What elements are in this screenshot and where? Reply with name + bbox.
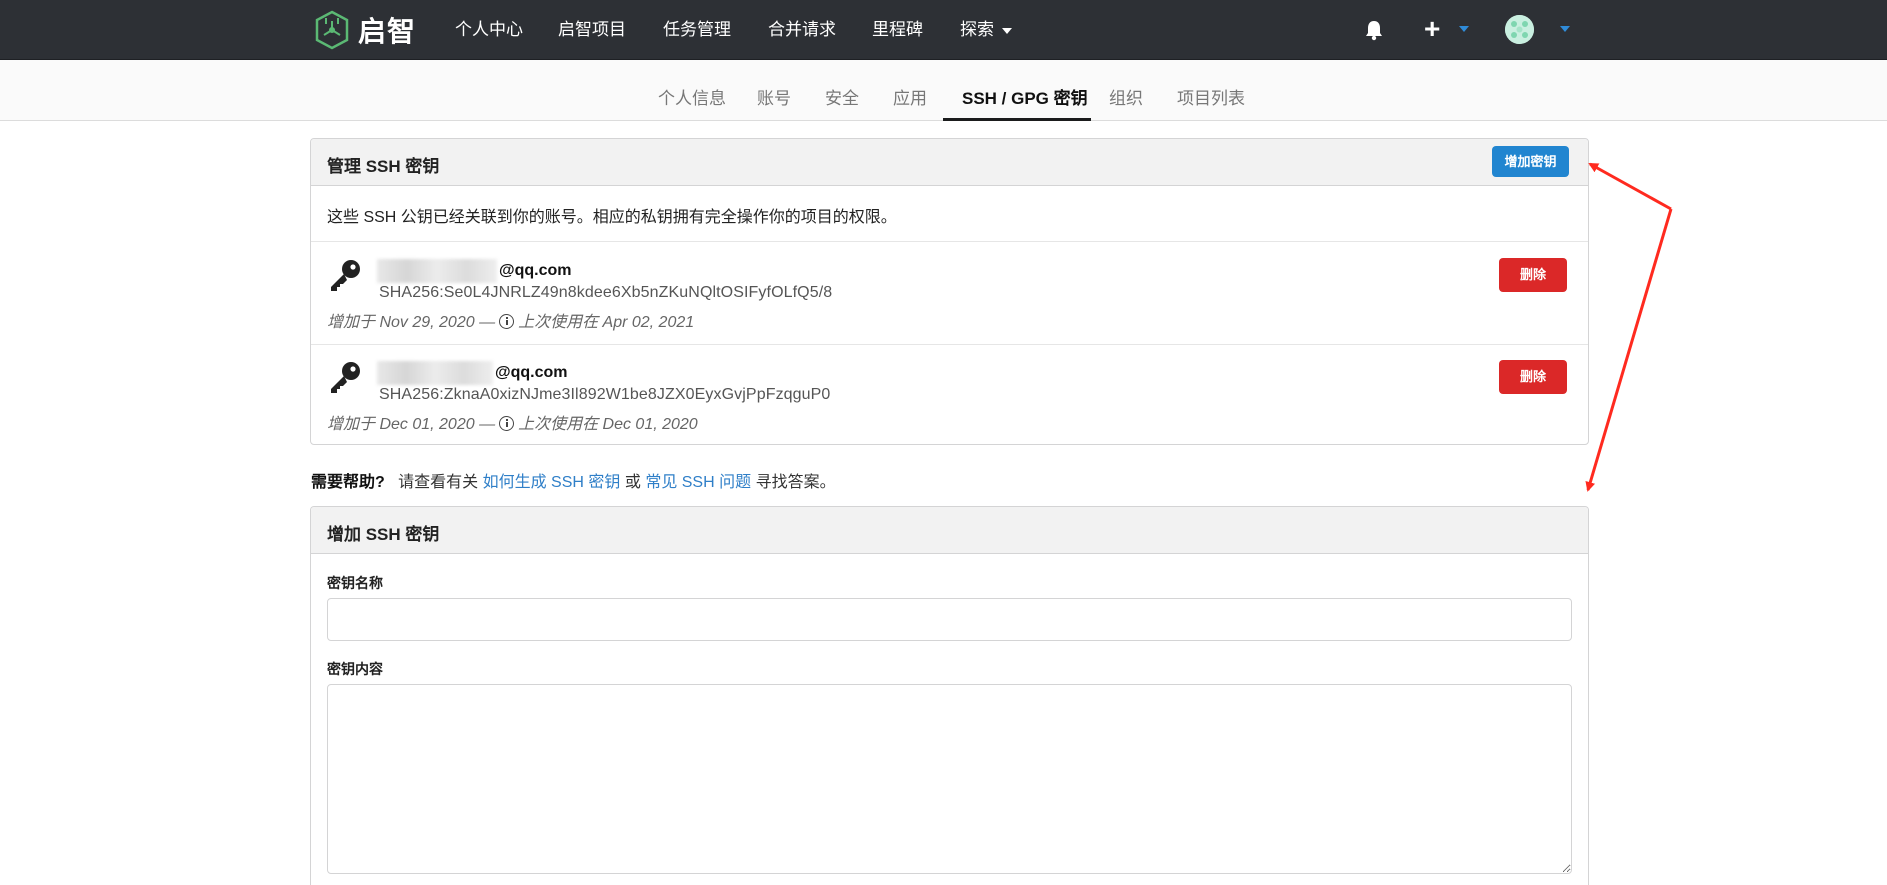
nav-item-milestones[interactable]: 里程碑 <box>872 19 923 41</box>
nav-item-projects[interactable]: 启智项目 <box>558 19 626 41</box>
avatar-pattern-icon <box>1505 15 1534 44</box>
bell-icon[interactable] <box>1364 19 1384 41</box>
brand[interactable]: 启智 <box>314 9 416 51</box>
panel-header: 管理 SSH 密钥 增加密钥 <box>311 139 1588 186</box>
redacted-text <box>377 259 497 283</box>
info-icon <box>499 314 515 329</box>
key-name: @qq.com <box>377 259 572 283</box>
redacted-text <box>377 361 493 385</box>
common-ssh-problems-link[interactable]: 常见 SSH 问题 <box>645 474 751 491</box>
key-meta: 增加于 Dec 01, 2020 — 上次使用在 Dec 01, 2020 <box>327 416 698 433</box>
nav-item-pull-requests[interactable]: 合并请求 <box>768 19 836 41</box>
settings-tabs: 个人信息 账号 安全 应用 SSH / GPG 密钥 组织 项目列表 <box>0 60 1887 121</box>
divider <box>311 241 1588 242</box>
manage-ssh-keys-panel: 管理 SSH 密钥 增加密钥 这些 SSH 公钥已经关联到你的账号。相应的私钥拥… <box>310 138 1589 445</box>
avatar[interactable] <box>1505 15 1534 44</box>
caret-down-icon <box>1002 27 1012 34</box>
key-icon <box>331 260 360 291</box>
active-tab-indicator <box>943 118 1091 121</box>
key-fingerprint: SHA256:ZknaA0xizNJme3Il892W1be8JZX0EyxGv… <box>379 386 831 403</box>
caret-down-icon[interactable] <box>1459 26 1469 32</box>
tab-security[interactable]: 安全 <box>825 88 859 110</box>
delete-key-button[interactable]: 删除 <box>1499 258 1567 292</box>
help-text: 需要帮助? 请查看有关 如何生成 SSH 密钥 或 常见 SSH 问题 寻找答案… <box>311 474 836 491</box>
brand-name: 启智 <box>358 16 417 47</box>
key-fingerprint: SHA256:Se0L4JNRLZ49n8kdee6Xb5nZKuNQltOSI… <box>379 284 833 301</box>
brand-logo-icon <box>315 10 349 50</box>
nav-item-dashboard[interactable]: 个人中心 <box>455 19 523 41</box>
delete-key-button[interactable]: 删除 <box>1499 360 1567 394</box>
tab-ssh-gpg-keys[interactable]: SSH / GPG 密钥 <box>962 88 1088 110</box>
add-key-button[interactable]: 增加密钥 <box>1492 146 1569 177</box>
key-content-textarea[interactable] <box>327 684 1572 874</box>
nav-item-tasks[interactable]: 任务管理 <box>663 19 731 41</box>
add-ssh-key-panel: 增加 SSH 密钥 密钥名称 密钥内容 <box>310 506 1589 885</box>
key-meta: 增加于 Nov 29, 2020 — 上次使用在 Apr 02, 2021 <box>327 314 695 331</box>
key-name: @qq.com <box>377 361 568 385</box>
ssh-keys-description: 这些 SSH 公钥已经关联到你的账号。相应的私钥拥有完全操作你的项目的权限。 <box>327 209 897 226</box>
explore-label: 探索 <box>960 20 994 39</box>
top-navbar: 启智 个人中心 启智项目 任务管理 合并请求 里程碑 探索 + <box>0 0 1887 60</box>
tab-organizations[interactable]: 组织 <box>1109 88 1143 110</box>
key-name-label: 密钥名称 <box>327 575 383 591</box>
info-icon <box>499 416 515 431</box>
plus-icon[interactable]: + <box>1424 14 1440 44</box>
tab-profile[interactable]: 个人信息 <box>658 88 726 110</box>
divider <box>311 344 1588 345</box>
nav-item-explore[interactable]: 探索 <box>960 19 1012 41</box>
tab-repositories[interactable]: 项目列表 <box>1177 88 1245 110</box>
annotation-arrow-to-add-form <box>1585 208 1673 492</box>
help-lead: 需要帮助? <box>311 474 385 491</box>
key-name-input[interactable] <box>327 598 1572 641</box>
key-icon <box>331 362 360 393</box>
panel-title: 增加 SSH 密钥 <box>327 525 440 544</box>
panel-header: 增加 SSH 密钥 <box>311 507 1588 554</box>
tab-account[interactable]: 账号 <box>757 88 791 110</box>
how-to-generate-ssh-key-link[interactable]: 如何生成 SSH 密钥 <box>483 474 621 491</box>
tab-applications[interactable]: 应用 <box>893 88 927 110</box>
panel-title: 管理 SSH 密钥 <box>327 157 440 176</box>
annotation-arrow-to-add-button <box>1588 162 1672 211</box>
caret-down-icon[interactable] <box>1560 26 1570 32</box>
key-content-label: 密钥内容 <box>327 661 383 677</box>
